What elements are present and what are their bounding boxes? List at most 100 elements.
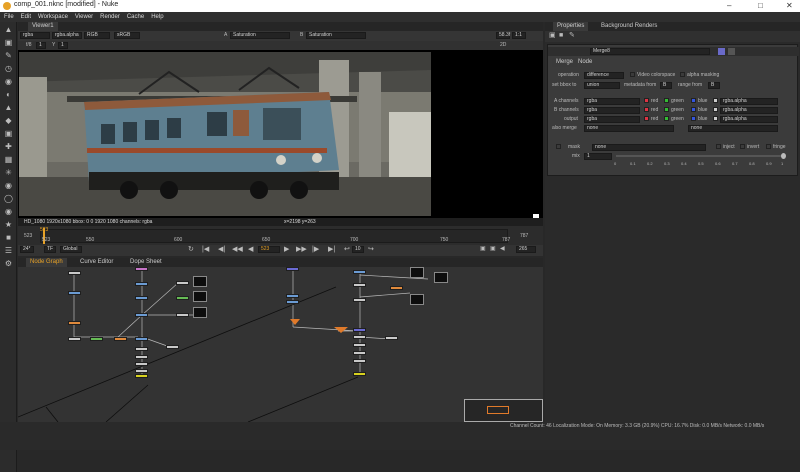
- flipbook-icon[interactable]: ▣: [480, 246, 486, 253]
- read-node[interactable]: [68, 271, 81, 275]
- furnace-node-icon[interactable]: ■: [4, 233, 13, 242]
- close-icon[interactable]: ✕: [786, 1, 793, 10]
- navigator-viewport[interactable]: [487, 406, 509, 414]
- bbox-dropdown[interactable]: union: [584, 82, 620, 89]
- also-merge-b-dropdown[interactable]: none: [688, 125, 778, 132]
- lock-icon[interactable]: ■: [559, 32, 563, 39]
- time-node-icon[interactable]: ◷: [4, 64, 13, 73]
- node[interactable]: [68, 291, 81, 295]
- mix-slider-track[interactable]: [616, 155, 784, 157]
- invert-checkbox[interactable]: [740, 144, 745, 149]
- b-alpha-checkbox[interactable]: [713, 107, 718, 112]
- settings-node-icon[interactable]: ⚙: [4, 259, 13, 268]
- transform-node-icon[interactable]: ✚: [4, 142, 13, 151]
- increment-forward-icon[interactable]: ↪: [368, 246, 374, 253]
- node[interactable]: [68, 337, 81, 341]
- image-node-icon[interactable]: ▣: [4, 38, 13, 47]
- channel-node-icon[interactable]: ◉: [4, 77, 13, 86]
- a-channels-dropdown[interactable]: rgba: [584, 98, 640, 105]
- a-green-checkbox[interactable]: [664, 98, 669, 103]
- write-node[interactable]: [353, 372, 366, 376]
- node[interactable]: [135, 355, 148, 359]
- keyer-node-icon[interactable]: ◆: [4, 116, 13, 125]
- mask-dropdown[interactable]: none: [592, 144, 706, 151]
- tab-curve-editor[interactable]: Curve Editor: [76, 258, 117, 267]
- node-thumbnail[interactable]: [193, 291, 207, 302]
- pointer-tool-icon[interactable]: ▲: [4, 25, 13, 34]
- a-alpha-checkbox[interactable]: [713, 98, 718, 103]
- subtab-node[interactable]: Node: [574, 58, 596, 67]
- menu-viewer[interactable]: Viewer: [75, 12, 93, 22]
- tab-properties[interactable]: Properties: [553, 22, 589, 31]
- play-forward-icon[interactable]: ▶: [284, 246, 289, 253]
- out-green-checkbox[interactable]: [664, 116, 669, 121]
- toolsets-icon[interactable]: ◉: [4, 207, 13, 216]
- out-red-checkbox[interactable]: [644, 116, 649, 121]
- filter-node-icon[interactable]: ▲: [4, 103, 13, 112]
- node[interactable]: [135, 369, 148, 373]
- tab-dope-sheet[interactable]: Dope Sheet: [126, 258, 166, 267]
- b-red-checkbox[interactable]: [644, 107, 649, 112]
- out-blue-checkbox[interactable]: [691, 116, 696, 121]
- node[interactable]: [68, 321, 81, 325]
- fps-field[interactable]: 58.3f: [496, 32, 510, 39]
- menu-edit[interactable]: Edit: [21, 12, 31, 22]
- views-node-icon[interactable]: ✳: [4, 168, 13, 177]
- next-keyframe-icon[interactable]: |▶: [312, 246, 319, 253]
- draw-node-icon[interactable]: ✎: [4, 51, 13, 60]
- node[interactable]: [176, 296, 189, 300]
- colorspace-dropdown[interactable]: RGB: [84, 32, 110, 39]
- node-thumbnail[interactable]: [434, 272, 448, 283]
- time-format-dropdown[interactable]: TF: [44, 246, 56, 253]
- node-name-field[interactable]: Merge8: [590, 48, 710, 55]
- gamma-field[interactable]: 1: [58, 42, 68, 49]
- node[interactable]: [135, 296, 148, 300]
- menu-workspace[interactable]: Workspace: [38, 12, 68, 22]
- minimize-icon[interactable]: –: [727, 1, 731, 10]
- node[interactable]: [353, 283, 366, 287]
- a-blue-checkbox[interactable]: [691, 98, 696, 103]
- gain-field[interactable]: 1: [36, 42, 46, 49]
- range-dropdown[interactable]: B: [708, 82, 720, 89]
- b-alpha-dropdown[interactable]: rgba.alpha: [720, 107, 778, 114]
- node[interactable]: [353, 351, 366, 355]
- end-frame-field[interactable]: 265: [516, 246, 536, 253]
- go-to-start-icon[interactable]: |◀: [202, 246, 209, 253]
- menu-file[interactable]: File: [4, 12, 14, 22]
- menu-help[interactable]: Help: [151, 12, 163, 22]
- loop-icon[interactable]: ↻: [188, 246, 194, 253]
- other-node-icon[interactable]: ★: [4, 220, 13, 229]
- go-to-end-icon[interactable]: ▶|: [328, 246, 335, 253]
- color-node-icon[interactable]: ◐: [4, 90, 13, 99]
- tab-background-renders[interactable]: Background Renders: [597, 22, 661, 31]
- operation-dropdown[interactable]: difference: [584, 72, 624, 79]
- cache-icon[interactable]: ▣: [490, 246, 496, 253]
- 3d-node-icon[interactable]: ▦: [4, 155, 13, 164]
- fringe-checkbox[interactable]: [766, 144, 771, 149]
- increment-back-icon[interactable]: ↩: [344, 246, 350, 253]
- node-thumbnail[interactable]: [193, 276, 207, 287]
- fps-dropdown[interactable]: 24*: [20, 246, 34, 253]
- inject-checkbox[interactable]: [716, 144, 721, 149]
- graph-navigator-minimap[interactable]: [464, 399, 543, 422]
- node[interactable]: [286, 267, 299, 271]
- b-green-checkbox[interactable]: [664, 107, 669, 112]
- max-panels-icon[interactable]: ▣: [549, 32, 556, 39]
- timeline[interactable]: 523 787 523 523 550 600 650 700 750 787: [18, 226, 543, 245]
- view-mode-2d[interactable]: 2D: [500, 42, 506, 49]
- frame-increment-field[interactable]: 10: [352, 246, 364, 253]
- node[interactable]: [385, 336, 398, 340]
- mask-checkbox[interactable]: [556, 144, 561, 149]
- b-channels-dropdown[interactable]: rgba: [584, 107, 640, 114]
- menu-cache[interactable]: Cache: [127, 12, 144, 22]
- a-alpha-dropdown[interactable]: rgba.alpha: [720, 98, 778, 105]
- node[interactable]: [135, 282, 148, 286]
- merge-node-icon[interactable]: ▣: [4, 129, 13, 138]
- also-merge-dropdown[interactable]: none: [584, 125, 674, 132]
- node-graph-canvas[interactable]: [18, 267, 543, 422]
- play-backward-icon[interactable]: ◀: [248, 246, 253, 253]
- input-b-dropdown[interactable]: Saturation: [306, 32, 366, 39]
- menu-render[interactable]: Render: [100, 12, 120, 22]
- node[interactable]: [353, 298, 366, 302]
- prev-keyframe-icon[interactable]: ◀|: [218, 246, 225, 253]
